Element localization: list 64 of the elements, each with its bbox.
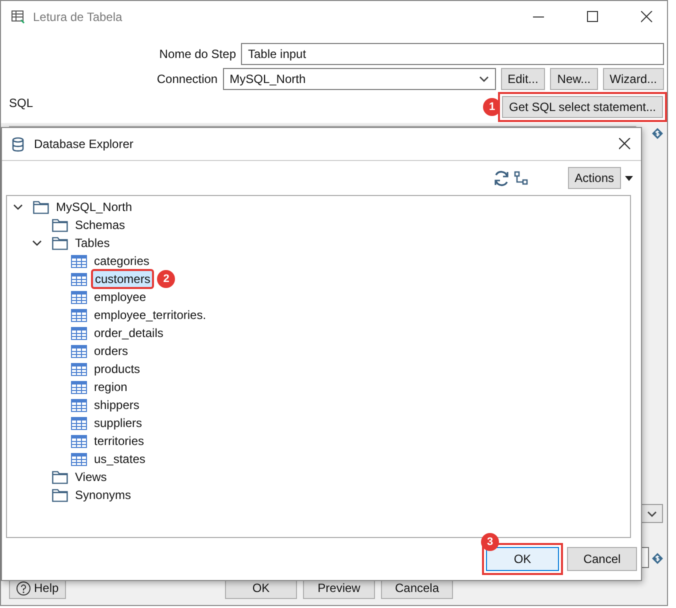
refresh-icon[interactable] bbox=[492, 170, 510, 186]
tree-item[interactable]: region bbox=[91, 378, 130, 396]
connection-label: Connection bbox=[156, 72, 218, 86]
table-icon bbox=[71, 452, 87, 466]
tree-item[interactable]: categories bbox=[91, 252, 152, 270]
table-icon bbox=[71, 272, 87, 286]
tree-item[interactable]: order_details bbox=[91, 324, 166, 342]
close-icon[interactable] bbox=[619, 138, 631, 150]
chevron-down-icon bbox=[478, 76, 489, 82]
tree-item[interactable]: Schemas bbox=[72, 216, 128, 234]
chevron-down-icon bbox=[647, 510, 657, 516]
table-icon bbox=[71, 416, 87, 430]
window-title: Letura de Tabela bbox=[33, 10, 122, 24]
table-icon bbox=[71, 308, 87, 322]
table-icon bbox=[71, 434, 87, 448]
tree-item[interactable]: shippers bbox=[91, 396, 142, 414]
table-icon bbox=[11, 10, 25, 24]
dropdown[interactable] bbox=[641, 504, 663, 523]
step-number-badge: 3 bbox=[481, 533, 499, 551]
table-icon bbox=[71, 290, 87, 304]
step-name-field[interactable]: Table input bbox=[241, 42, 664, 64]
cancel-button[interactable]: Cancel bbox=[567, 547, 637, 571]
tree-item[interactable]: customers bbox=[91, 269, 154, 289]
table-icon bbox=[71, 344, 87, 358]
folder-icon bbox=[52, 470, 68, 484]
database-icon bbox=[12, 136, 24, 152]
tree-item[interactable]: us_states bbox=[91, 450, 148, 468]
dialog-title: Database Explorer bbox=[34, 137, 134, 151]
actions-button[interactable]: Actions bbox=[568, 167, 621, 189]
step-number-badge: 2 bbox=[157, 270, 176, 288]
maximize-icon[interactable] bbox=[587, 11, 599, 23]
connection-dropdown[interactable]: MySQL_North bbox=[222, 68, 496, 90]
tree-item[interactable]: Tables bbox=[72, 234, 113, 252]
connection-button[interactable]: New... bbox=[550, 68, 598, 90]
chevron-icon[interactable] bbox=[32, 238, 42, 248]
tree-item[interactable]: orders bbox=[91, 342, 132, 360]
tree-item[interactable]: products bbox=[91, 360, 144, 378]
connection-button[interactable]: Wizard... bbox=[602, 68, 664, 90]
sql-label: SQL bbox=[9, 96, 34, 110]
tree-item[interactable]: employee_territories. bbox=[91, 306, 210, 324]
tree-item[interactable]: Synonyms bbox=[72, 486, 134, 504]
variable-icon bbox=[652, 128, 663, 139]
table-icon bbox=[71, 254, 87, 268]
folder-icon bbox=[33, 200, 49, 214]
variable-icon bbox=[652, 553, 663, 564]
folder-icon bbox=[52, 488, 68, 502]
tree-item[interactable]: suppliers bbox=[91, 414, 146, 432]
tree-item[interactable]: employee bbox=[91, 288, 150, 306]
table-icon bbox=[71, 362, 87, 376]
connection-button[interactable]: Edit... bbox=[500, 68, 546, 90]
table-icon bbox=[71, 326, 87, 340]
folder-icon bbox=[52, 236, 68, 250]
step-name-label: Nome do Step bbox=[158, 46, 236, 60]
close-icon[interactable] bbox=[641, 11, 653, 23]
folder-icon bbox=[52, 218, 68, 232]
tree-item[interactable]: territories bbox=[91, 432, 148, 450]
tree-item[interactable]: MySQL_North bbox=[53, 198, 136, 216]
chevron-icon[interactable] bbox=[13, 202, 23, 212]
table-icon bbox=[71, 380, 87, 394]
tree-item[interactable]: Views bbox=[72, 468, 110, 486]
hierarchy-icon[interactable] bbox=[514, 171, 528, 185]
caret-icon[interactable] bbox=[625, 176, 633, 180]
help-icon bbox=[16, 580, 31, 596]
table-icon bbox=[71, 398, 87, 412]
